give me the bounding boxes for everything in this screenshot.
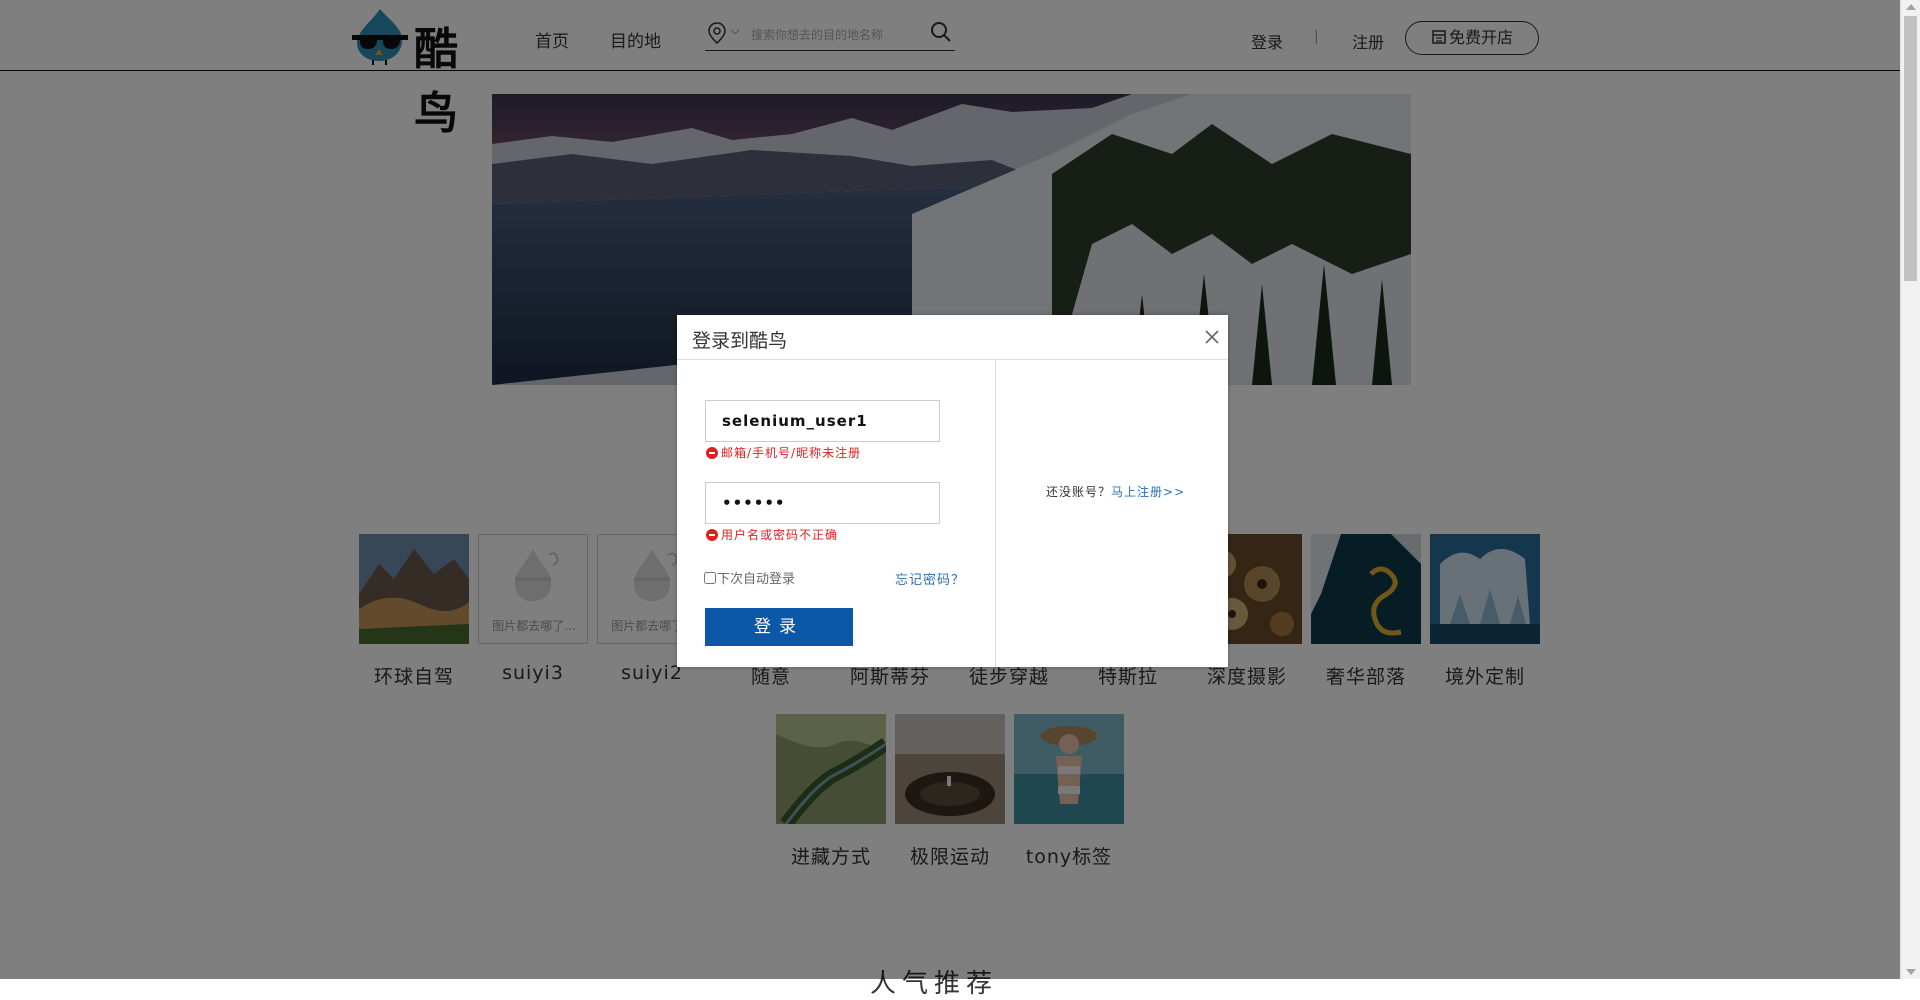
- register-prompt: 还没账号？马上注册>>: [1046, 483, 1185, 500]
- username-error: 邮箱/手机号/昵称未注册: [706, 444, 861, 461]
- scroll-down-icon[interactable]: [1906, 969, 1916, 975]
- password-error: 用户名或密码不正确: [706, 526, 838, 543]
- remember-me-label: 下次自动登录: [717, 572, 796, 587]
- login-submit-button[interactable]: 登录: [705, 608, 853, 646]
- modal-header: 登录到酷鸟: [677, 315, 1228, 360]
- login-form: 邮箱/手机号/昵称未注册 用户名或密码不正确 下次自动登录 忘记密码？ 登录: [677, 360, 996, 667]
- remember-me[interactable]: 下次自动登录: [704, 568, 795, 587]
- close-icon[interactable]: [1201, 326, 1223, 348]
- register-now-link[interactable]: 马上注册>>: [1111, 485, 1185, 499]
- vertical-scrollbar[interactable]: [1900, 0, 1920, 979]
- remember-me-checkbox[interactable]: [704, 572, 716, 584]
- password-field[interactable]: [705, 482, 940, 524]
- page: 酷鸟 首页 目的地 ⌵ 登录 | 注册 免费开店: [0, 0, 1900, 999]
- error-icon: [706, 447, 718, 459]
- scroll-up-icon[interactable]: [1906, 4, 1916, 10]
- forgot-password-link[interactable]: 忘记密码？: [895, 569, 965, 588]
- modal-title: 登录到酷鸟: [692, 330, 788, 352]
- no-account-text: 还没账号？: [1046, 485, 1112, 499]
- scrollbar-thumb[interactable]: [1904, 16, 1917, 281]
- password-error-text: 用户名或密码不正确: [721, 528, 839, 542]
- username-error-text: 邮箱/手机号/昵称未注册: [721, 446, 862, 460]
- username-field[interactable]: [705, 400, 940, 442]
- login-modal: 登录到酷鸟 邮箱/手机号/昵称未注册 用户名或密码不正确 下次自动登录 忘记密码…: [677, 315, 1228, 667]
- error-icon: [706, 529, 718, 541]
